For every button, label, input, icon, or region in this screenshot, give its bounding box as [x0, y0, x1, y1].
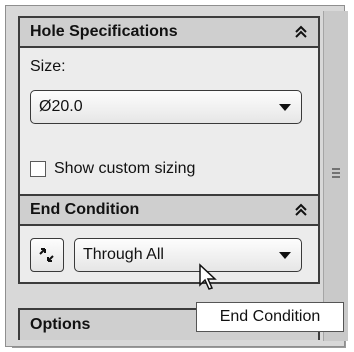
end-condition-panel: End Condition Through All: [18, 194, 320, 284]
end-condition-select[interactable]: Through All: [74, 238, 302, 272]
show-custom-sizing-checkbox[interactable]: [30, 161, 46, 177]
reverse-direction-button[interactable]: [30, 238, 64, 272]
size-select[interactable]: Ø20.0: [30, 90, 302, 124]
show-custom-sizing-label: Show custom sizing: [54, 160, 196, 177]
scrollbar-grip-icon[interactable]: [331, 166, 341, 180]
end-condition-value: Through All: [83, 246, 164, 263]
hole-specifications-header[interactable]: Hole Specifications: [20, 18, 318, 48]
scrollbar[interactable]: [323, 11, 348, 341]
size-value: Ø20.0: [39, 98, 83, 115]
hole-specifications-body: Size: Ø20.0 Show custom sizing: [20, 48, 318, 200]
hole-specifications-panel: Hole Specifications Size: Ø20.0 Show cus…: [18, 16, 320, 202]
size-label: Size:: [30, 58, 66, 75]
collapse-icon[interactable]: [294, 203, 308, 217]
end-condition-tooltip: End Condition: [196, 302, 344, 332]
show-custom-sizing-row[interactable]: Show custom sizing: [30, 160, 195, 178]
property-manager-frame: Hole Specifications Size: Ø20.0 Show cus…: [5, 5, 348, 347]
chevron-down-icon: [279, 251, 291, 259]
options-title: Options: [30, 316, 91, 333]
mouse-cursor-icon: [199, 263, 217, 290]
chevron-down-icon: [279, 103, 291, 111]
end-condition-title: End Condition: [30, 201, 140, 218]
collapse-icon[interactable]: [294, 25, 308, 39]
reverse-direction-icon: [39, 248, 54, 262]
end-condition-body: Through All: [20, 226, 318, 282]
end-condition-header[interactable]: End Condition: [20, 196, 318, 226]
hole-specifications-title: Hole Specifications: [30, 23, 178, 40]
